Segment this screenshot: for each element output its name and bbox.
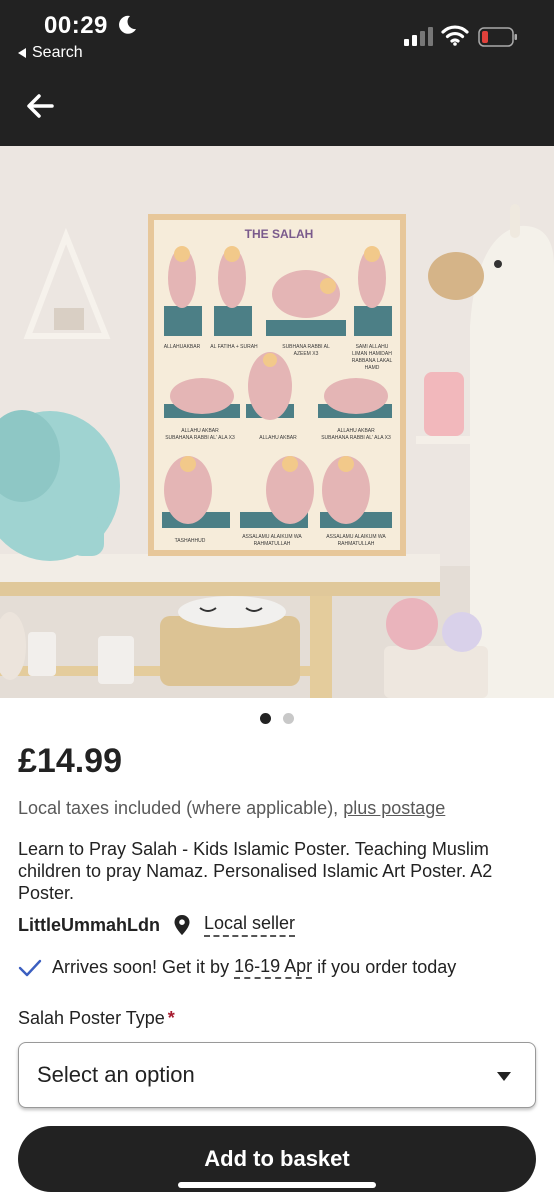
svg-text:ALLAHU AKBAR: ALLAHU AKBAR — [337, 428, 375, 434]
svg-text:HAMD: HAMD — [365, 365, 380, 371]
top-bar: 00:29 Search — [0, 0, 554, 146]
svg-text:ALLAHU AKBAR: ALLAHU AKBAR — [259, 435, 297, 441]
delivery-suffix: if you order today — [317, 957, 457, 977]
svg-text:ASSALAMU ALAIKUM WA: ASSALAMU ALAIKUM WA — [242, 534, 302, 540]
back-to-search-link[interactable]: Search — [18, 44, 83, 62]
status-time: 00:29 — [44, 12, 108, 39]
salah-poster-type-select[interactable]: Select an option — [18, 1042, 536, 1108]
product-price: £14.99 — [18, 742, 122, 780]
product-photo: THE SALAH ALLAHUAKBAR AL FATIHA + SURAH … — [0, 146, 554, 698]
taxes-note: Local taxes included (where applicable),… — [18, 798, 445, 819]
chevron-down-icon — [497, 1072, 511, 1081]
product-image[interactable]: THE SALAH ALLAHUAKBAR AL FATIHA + SURAH … — [0, 146, 554, 698]
add-to-basket-label: Add to basket — [204, 1146, 350, 1171]
svg-text:ALLAHU AKBAR: ALLAHU AKBAR — [181, 428, 219, 434]
delivery-estimate: Arrives soon! Get it by 16-19 Apr if you… — [18, 956, 456, 979]
required-mark: * — [167, 1008, 175, 1028]
svg-text:RAHMATULLAH: RAHMATULLAH — [254, 541, 291, 547]
delivery-dates[interactable]: 16-19 Apr — [234, 956, 313, 979]
back-arrow-icon[interactable] — [24, 90, 56, 122]
delivery-prefix: Arrives soon! Get it by — [52, 957, 230, 977]
svg-text:AL FATIHA + SURAH: AL FATIHA + SURAH — [210, 344, 258, 350]
signal-icon — [404, 27, 433, 46]
image-pagination[interactable] — [0, 713, 554, 724]
back-search-label: Search — [32, 44, 83, 61]
svg-text:SUBAHANA RABBI AL' ALA X3: SUBAHANA RABBI AL' ALA X3 — [165, 435, 235, 441]
option-label-text: Salah Poster Type — [18, 1008, 165, 1028]
location-pin-icon — [174, 915, 190, 935]
wifi-icon — [441, 25, 469, 46]
product-title: Learn to Pray Salah - Kids Islamic Poste… — [18, 839, 493, 903]
svg-text:ALLAHUAKBAR: ALLAHUAKBAR — [164, 344, 201, 350]
back-triangle-icon — [18, 48, 26, 58]
pagination-dot-active[interactable] — [260, 713, 271, 724]
plus-postage-link[interactable]: plus postage — [343, 798, 445, 818]
svg-text:SUBAHANA RABBI AL' ALA X3: SUBAHANA RABBI AL' ALA X3 — [321, 435, 391, 441]
seller-row: LittleUmmahLdn Local seller — [18, 913, 296, 937]
poster-title: THE SALAH — [245, 227, 314, 241]
battery-icon — [478, 27, 517, 47]
svg-text:LIMAN HAMIDAH: LIMAN HAMIDAH — [352, 351, 392, 357]
moon-icon — [119, 15, 136, 34]
taxes-text: Local taxes included (where applicable), — [18, 798, 339, 818]
svg-text:RAHMATULLAH: RAHMATULLAH — [338, 541, 375, 547]
local-seller-badge[interactable]: Local seller — [204, 913, 296, 937]
svg-text:TASHAHHUD: TASHAHHUD — [175, 538, 206, 544]
home-indicator[interactable] — [178, 1182, 376, 1188]
svg-text:AZEEM X3: AZEEM X3 — [294, 351, 319, 357]
svg-text:SAMI ALLAHU: SAMI ALLAHU — [356, 344, 389, 350]
checkmark-icon — [18, 959, 42, 976]
seller-name-link[interactable]: LittleUmmahLdn — [18, 915, 160, 936]
option-label: Salah Poster Type * — [18, 1008, 175, 1029]
pagination-dot[interactable] — [283, 713, 294, 724]
svg-text:SUBHANA RABBI AL: SUBHANA RABBI AL — [282, 344, 330, 350]
svg-text:ASSALAMU ALAIKUM WA: ASSALAMU ALAIKUM WA — [326, 534, 386, 540]
select-placeholder: Select an option — [37, 1062, 195, 1087]
svg-text:RABBANA LAKAL: RABBANA LAKAL — [352, 358, 393, 364]
